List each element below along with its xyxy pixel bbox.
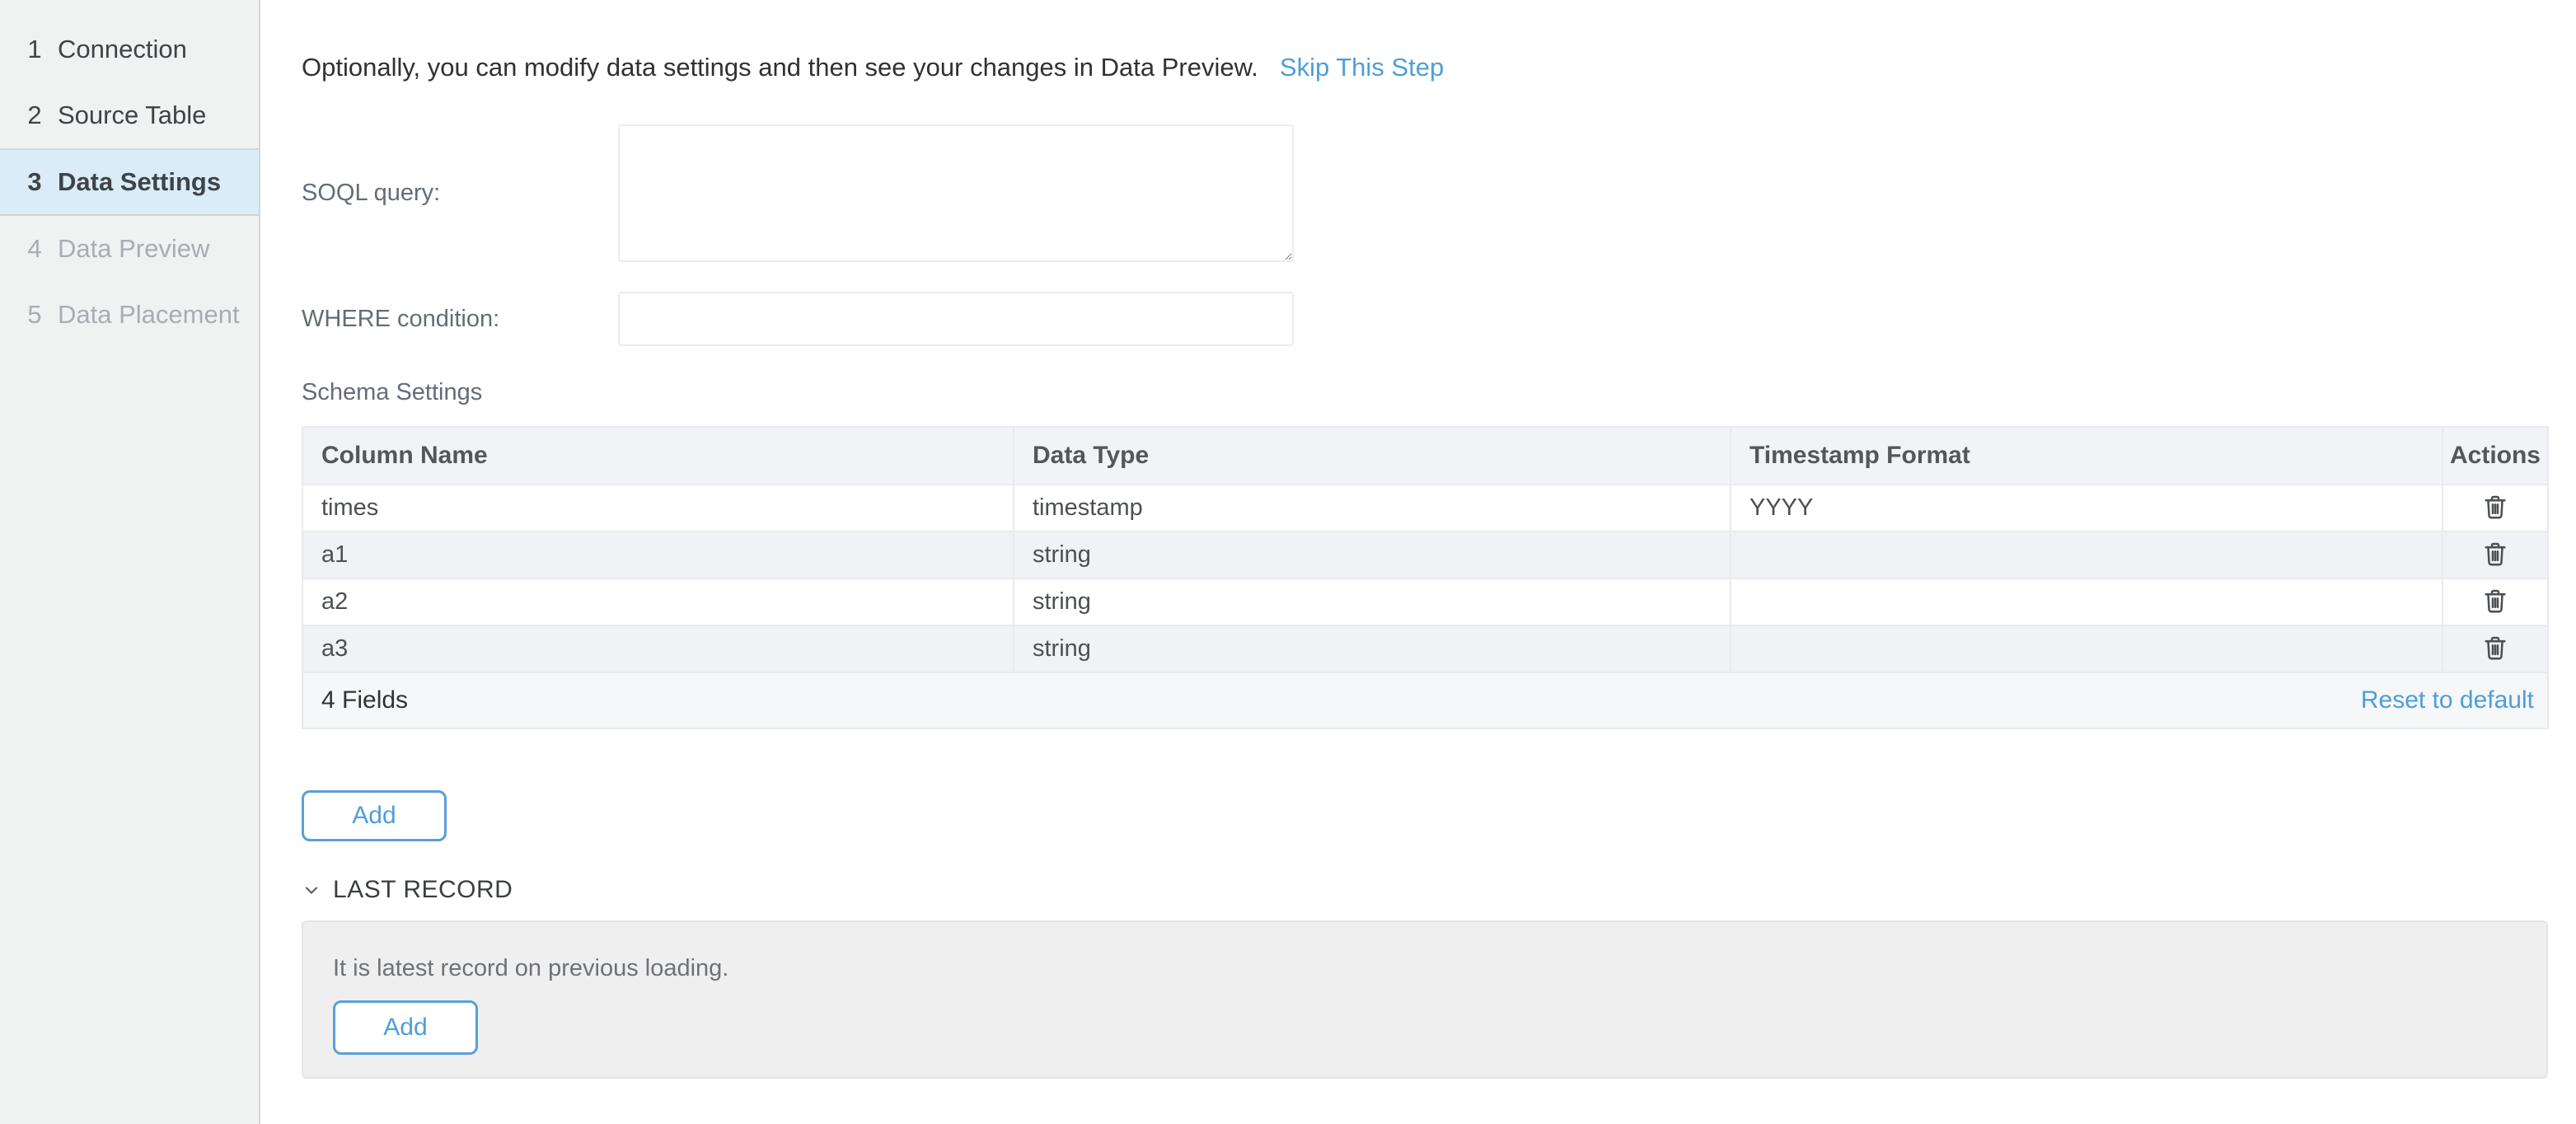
- cell-timestamp-format: YYYY: [1731, 485, 2443, 532]
- cell-actions: [2443, 625, 2548, 672]
- last-record-title: LAST RECORD: [333, 876, 513, 904]
- step-label: Data Settings: [58, 167, 221, 197]
- delete-field-button[interactable]: [2477, 630, 2513, 666]
- sidebar-item-source-table[interactable]: 2 Source Table: [0, 82, 259, 148]
- cell-actions: [2443, 532, 2548, 578]
- column-header-timestamp-format: Timestamp Format: [1731, 427, 2443, 485]
- step-label: Connection: [58, 35, 187, 64]
- cell-column-name: a2: [302, 578, 1014, 625]
- delete-field-button[interactable]: [2477, 583, 2513, 619]
- add-field-button[interactable]: Add: [302, 790, 447, 841]
- data-settings-panel: Optionally, you can modify data settings…: [260, 0, 2576, 1124]
- cell-timestamp-format: [1731, 578, 2443, 625]
- cell-column-name: times: [302, 485, 1014, 532]
- cell-timestamp-format: [1731, 532, 2443, 578]
- cell-column-name: a1: [302, 532, 1014, 578]
- step-number: 4: [25, 234, 44, 264]
- cell-actions: [2443, 485, 2548, 532]
- trash-icon: [2480, 633, 2510, 663]
- add-last-record-button[interactable]: Add: [333, 1000, 478, 1055]
- step-label: Data Preview: [58, 234, 209, 264]
- wizard-steps-sidebar: 1 Connection 2 Source Table 3 Data Setti…: [0, 0, 260, 1124]
- where-condition-row: WHERE condition:: [302, 292, 2549, 346]
- footer-reset-cell: Reset to default: [1731, 672, 2548, 728]
- data-settings-wizard: 1 Connection 2 Source Table 3 Data Setti…: [0, 0, 2576, 1124]
- delete-field-button[interactable]: [2477, 536, 2513, 572]
- step-label: Source Table: [58, 101, 206, 130]
- trash-icon: [2480, 492, 2510, 522]
- column-header-column-name: Column Name: [302, 427, 1014, 485]
- step-number: 5: [25, 300, 44, 330]
- trash-icon: [2480, 586, 2510, 616]
- delete-field-button[interactable]: [2477, 489, 2513, 525]
- intro-row: Optionally, you can modify data settings…: [302, 53, 2549, 82]
- schema-settings-table: Column Name Data Type Timestamp Format A…: [302, 426, 2549, 729]
- step-number: 3: [25, 167, 44, 197]
- sidebar-item-data-preview: 4 Data Preview: [0, 216, 259, 282]
- sidebar-item-data-settings[interactable]: 3 Data Settings: [0, 148, 259, 216]
- chevron-down-icon[interactable]: [302, 880, 321, 900]
- sidebar-item-data-placement: 5 Data Placement: [0, 282, 259, 348]
- where-condition-input[interactable]: [618, 292, 1294, 346]
- column-header-actions: Actions: [2443, 427, 2548, 485]
- table-footer-row: 4 Fields Reset to default: [302, 672, 2548, 728]
- table-row: times timestamp YYYY: [302, 485, 2548, 532]
- soql-query-row: SOQL query:: [302, 124, 2549, 262]
- cell-column-name: a3: [302, 625, 1014, 672]
- reset-to-default-link[interactable]: Reset to default: [2361, 686, 2534, 714]
- fields-count: 4 Fields: [302, 672, 1731, 728]
- soql-query-label: SOQL query:: [302, 180, 618, 207]
- intro-text: Optionally, you can modify data settings…: [302, 53, 1258, 82]
- cell-actions: [2443, 578, 2548, 625]
- column-header-data-type: Data Type: [1014, 427, 1731, 485]
- schema-settings-title: Schema Settings: [302, 379, 2549, 406]
- cell-data-type: string: [1014, 625, 1731, 672]
- last-record-description: It is latest record on previous loading.: [333, 955, 2517, 982]
- cell-data-type: string: [1014, 578, 1731, 625]
- trash-icon: [2480, 539, 2510, 569]
- table-row: a1 string: [302, 532, 2548, 578]
- skip-this-step-link[interactable]: Skip This Step: [1280, 53, 1444, 82]
- table-row: a3 string: [302, 625, 2548, 672]
- table-row: a2 string: [302, 578, 2548, 625]
- last-record-panel: It is latest record on previous loading.…: [302, 920, 2548, 1079]
- step-label: Data Placement: [58, 300, 240, 330]
- step-number: 2: [25, 101, 44, 130]
- cell-data-type: string: [1014, 532, 1731, 578]
- sidebar-item-connection[interactable]: 1 Connection: [0, 16, 259, 82]
- where-condition-label: WHERE condition:: [302, 306, 618, 333]
- last-record-section-header[interactable]: LAST RECORD: [302, 876, 2549, 904]
- cell-data-type: timestamp: [1014, 485, 1731, 532]
- step-number: 1: [25, 35, 44, 64]
- soql-query-textarea[interactable]: [618, 124, 1294, 262]
- table-header-row: Column Name Data Type Timestamp Format A…: [302, 427, 2548, 485]
- cell-timestamp-format: [1731, 625, 2443, 672]
